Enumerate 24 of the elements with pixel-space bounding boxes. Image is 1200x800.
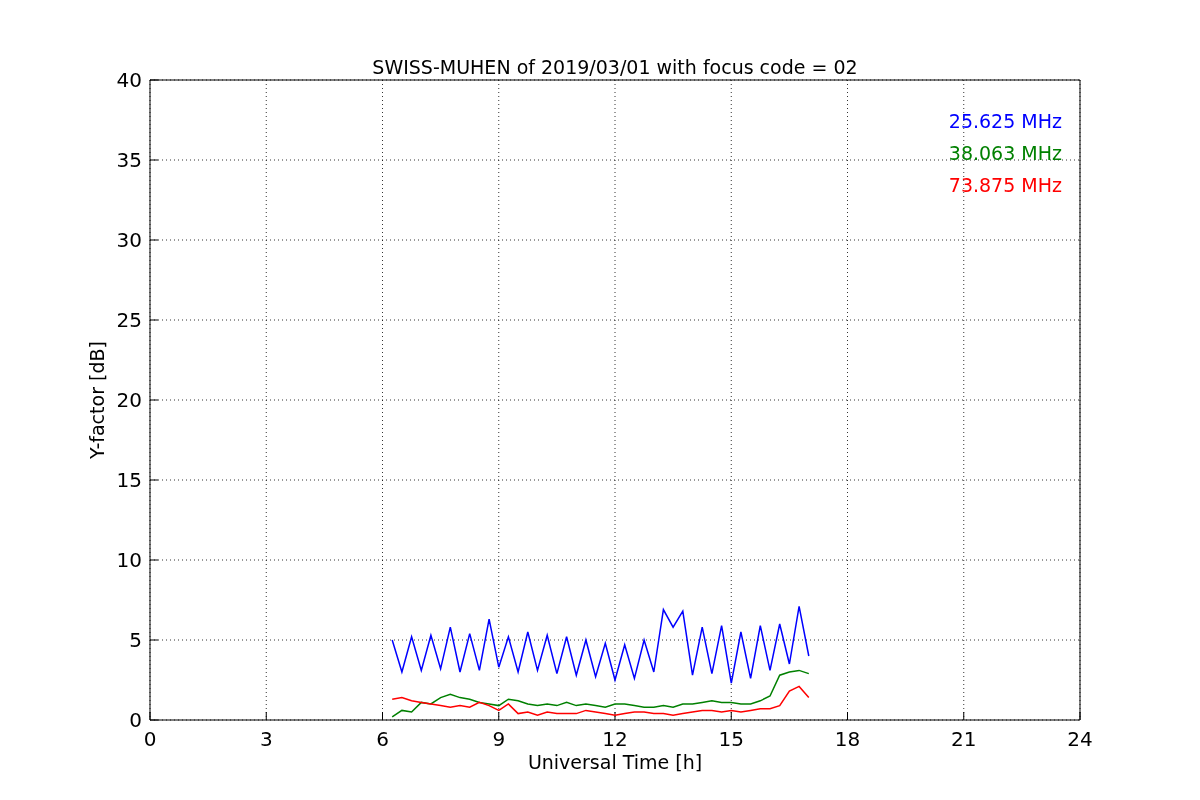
y-tick-label: 0 bbox=[129, 708, 142, 732]
y-tick-label: 5 bbox=[129, 628, 142, 652]
y-tick-label: 15 bbox=[116, 468, 142, 492]
y-tick-label: 30 bbox=[116, 228, 142, 252]
legend-label: 25.625 MHz bbox=[948, 110, 1062, 132]
chart-title: SWISS-MUHEN of 2019/03/01 with focus code = 02 bbox=[372, 56, 858, 78]
x-tick-label: 3 bbox=[259, 727, 273, 751]
x-tick-label: 21 bbox=[951, 727, 977, 751]
x-axis-label: Universal Time [h] bbox=[527, 751, 703, 773]
x-tick-label: 12 bbox=[602, 727, 628, 751]
y-tick-label: 10 bbox=[116, 548, 142, 572]
y-axis-label: Y-factor [dB] bbox=[86, 341, 108, 459]
y-tick-label: 35 bbox=[116, 148, 142, 172]
x-tick-label: 0 bbox=[143, 727, 157, 751]
legend-label: 38.063 MHz bbox=[948, 142, 1062, 164]
legend-label: 73.875 MHz bbox=[948, 174, 1062, 196]
x-tick-label: 6 bbox=[376, 727, 389, 751]
x-tick-label: 9 bbox=[492, 727, 506, 751]
x-tick-label: 18 bbox=[834, 727, 861, 751]
y-tick-label: 20 bbox=[116, 388, 142, 412]
y-tick-label: 40 bbox=[116, 68, 142, 92]
y-tick-label: 25 bbox=[116, 308, 142, 332]
x-tick-label: 15 bbox=[718, 727, 744, 751]
x-tick-label: 24 bbox=[1067, 727, 1093, 751]
